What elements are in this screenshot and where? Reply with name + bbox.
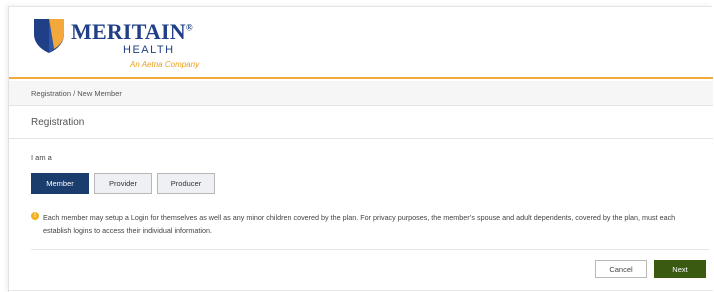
title-bar: Registration: [9, 107, 713, 139]
header-accent-rule: [9, 77, 713, 79]
member-button[interactable]: Member: [31, 173, 89, 194]
meritain-logo[interactable]: MERITAIN® HEALTH An Aetna Company: [32, 16, 232, 74]
breadcrumb-bar: Registration / New Member: [9, 81, 713, 106]
brand-tagline: An Aetna Company: [130, 60, 200, 69]
cancel-button[interactable]: Cancel: [595, 260, 647, 278]
page-frame: MERITAIN® HEALTH An Aetna Company Regist…: [8, 6, 713, 292]
brand-name: MERITAIN®: [71, 19, 193, 44]
next-button[interactable]: Next: [654, 260, 706, 278]
brand-sub: HEALTH: [123, 44, 175, 56]
actions-divider: [31, 249, 709, 250]
breadcrumb: Registration / New Member: [31, 89, 122, 98]
info-icon: !: [31, 212, 39, 220]
site-header: MERITAIN® HEALTH An Aetna Company: [9, 7, 713, 77]
bottom-divider: [9, 290, 713, 291]
page-title: Registration: [31, 117, 85, 128]
provider-button[interactable]: Provider: [94, 173, 152, 194]
shield-logo-icon: [34, 19, 64, 53]
role-label: I am a: [31, 153, 52, 162]
notice-text: Each member may setup a Login for themse…: [43, 213, 676, 235]
producer-button[interactable]: Producer: [157, 173, 215, 194]
